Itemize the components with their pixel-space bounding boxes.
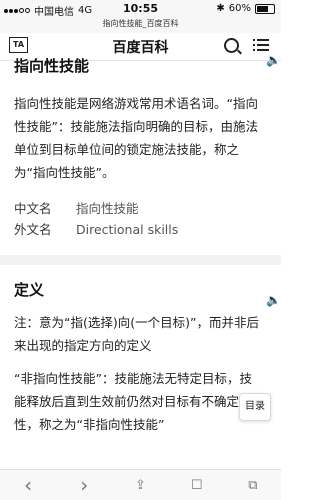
battery-icon (255, 3, 275, 14)
definition-paragraph: “非指向性技能”：技能施法无特定目标，技能释放后直到生效前仍然对目标有不确定性，… (14, 371, 252, 432)
browser-toolbar: ‹ › ⇪ ☐ ⧉ (0, 469, 281, 500)
status-right: ✱ 60% (216, 3, 275, 14)
menu-icon[interactable] (253, 39, 269, 54)
bluetooth-icon: ✱ (216, 3, 225, 14)
share-icon[interactable]: ⇪ (125, 478, 155, 493)
forward-icon[interactable]: › (69, 473, 99, 497)
toc-button[interactable]: 目录 (239, 393, 271, 421)
url-bar[interactable]: 指向性技能_百度百科 (0, 19, 281, 33)
info-key: 外文名 (14, 222, 52, 237)
info-row: 外文名 Directional skills (14, 219, 267, 240)
speaker-icon[interactable]: 🔈 (266, 293, 281, 307)
status-bar: 中国电信 4G 10:55 ✱ 60% (0, 0, 281, 19)
section-divider (0, 255, 281, 265)
speaker-icon[interactable]: 🔈 (266, 53, 281, 67)
battery-percent: 60% (228, 3, 251, 14)
definition-title: 定义 (14, 281, 45, 299)
back-icon[interactable]: ‹ (13, 473, 43, 497)
search-icon[interactable] (224, 38, 239, 53)
intro-title: 指向性技能 (14, 57, 90, 75)
info-value: Directional skills (76, 222, 179, 237)
tabs-icon[interactable]: ⧉ (238, 478, 268, 493)
intro-paragraph: 指向性技能是网络游戏常用术语名词。“指向性技能”：技能施法指向明确的目标，由施法… (14, 96, 258, 180)
intro-section: 指向性技能 🔈 指向性技能是网络游戏常用术语名词。“指向性技能”：技能施法指向明… (0, 53, 281, 240)
definition-note: 注：意为“指(选择)向(一个目标)”，而并非后来出现的指定方向的定义 (14, 315, 259, 353)
bookmarks-icon[interactable]: ☐ (182, 478, 212, 493)
info-row: 中文名 指向性技能 (14, 198, 267, 219)
info-key: 中文名 (14, 201, 52, 216)
info-value: 指向性技能 (76, 201, 139, 216)
